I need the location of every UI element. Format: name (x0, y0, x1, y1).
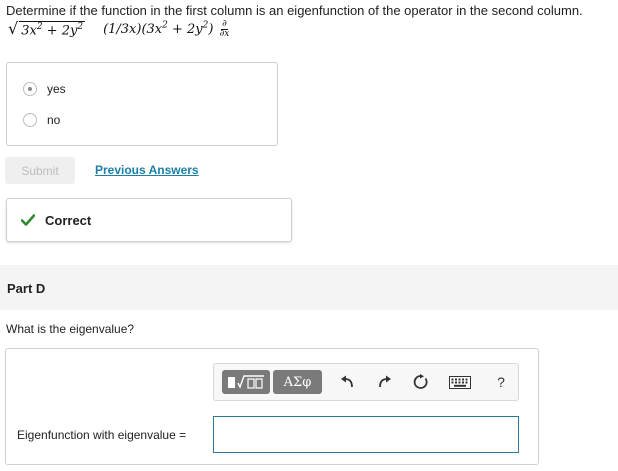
part-header (0, 265, 618, 310)
math-expression-row: √ 3x2 + 2y2 (1/3x)(3x2 + 2y2) ∂ ∂x (8, 20, 229, 39)
part-question: What is the eigenvalue? (6, 322, 135, 336)
check-icon (21, 214, 35, 226)
function-expression: √ 3x2 + 2y2 (8, 18, 86, 39)
choice-label-no: no (47, 113, 61, 127)
exponent-b: 2 (77, 21, 84, 32)
math-toolbar: ΑΣφ ? (213, 363, 519, 401)
partial-derivative: ∂ ∂x (220, 20, 230, 39)
question-prompt: Determine if the function in the first c… (6, 3, 583, 18)
submit-button[interactable]: Submit (5, 157, 75, 184)
sqrt-symbol: √ (8, 18, 19, 38)
keyboard-button[interactable] (448, 374, 472, 390)
choice-yes[interactable]: yes (23, 82, 66, 96)
radicand: 3x2 + 2y2 (19, 20, 86, 39)
feedback-text: Correct (45, 212, 92, 228)
term-b: + 2y (42, 23, 78, 39)
feedback-correct: Correct (6, 198, 292, 242)
help-button[interactable]: ? (492, 372, 510, 392)
answer-choices: yes no (6, 62, 278, 146)
operator-prefix: (1/3x)(3x (103, 22, 163, 37)
eigenvalue-label: Eigenfunction with eigenvalue = (17, 428, 187, 442)
greek-symbols-button[interactable]: ΑΣφ (273, 370, 322, 394)
radio-yes[interactable] (23, 82, 37, 96)
reset-button[interactable] (411, 372, 431, 392)
radio-no[interactable] (23, 113, 37, 127)
partial-denominator: ∂x (219, 29, 230, 39)
templates-icon (228, 375, 264, 389)
redo-icon (379, 375, 391, 388)
term-a: 3x (21, 23, 37, 39)
templates-button[interactable] (222, 370, 270, 394)
redo-button[interactable] (374, 372, 394, 392)
reset-icon (413, 374, 428, 389)
undo-icon (341, 375, 353, 388)
previous-answers-link[interactable]: Previous Answers (95, 163, 199, 177)
operator-mid: + 2y (167, 22, 203, 37)
eigenvalue-input[interactable] (213, 416, 519, 453)
choice-label-yes: yes (47, 82, 66, 96)
part-label: Part D (7, 281, 46, 296)
keyboard-icon (449, 375, 471, 389)
choice-no[interactable]: no (23, 113, 60, 127)
undo-button[interactable] (338, 372, 358, 392)
operator-suffix: ) (208, 22, 214, 37)
operator-expression: (1/3x)(3x2 + 2y2) ∂ ∂x (103, 20, 229, 39)
